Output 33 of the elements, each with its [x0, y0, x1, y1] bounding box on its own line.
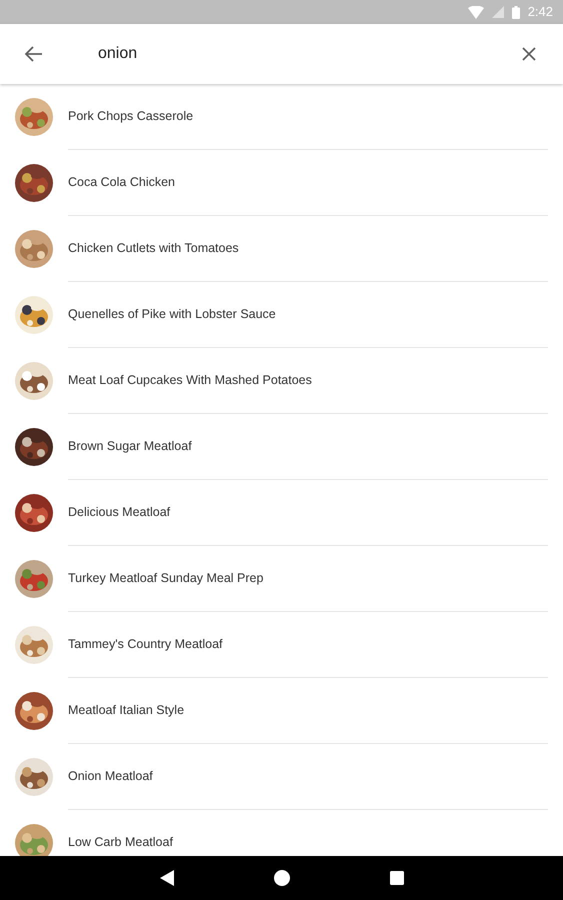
back-nav-icon[interactable]: [160, 870, 174, 886]
recipe-title: Brown Sugar Meatloaf: [68, 438, 192, 456]
recipe-title: Low Carb Meatloaf: [68, 834, 173, 852]
home-nav-icon[interactable]: [274, 870, 290, 886]
recipe-item[interactable]: Chicken Cutlets with Tomatoes: [0, 216, 563, 282]
status-time: 2:42: [528, 3, 553, 22]
recipe-title: Meatloaf Italian Style: [68, 702, 184, 720]
recipe-item[interactable]: Quenelles of Pike with Lobster Sauce: [0, 282, 563, 348]
recipe-title: Coca Cola Chicken: [68, 174, 175, 192]
recipe-title: Turkey Meatloaf Sunday Meal Prep: [68, 570, 264, 588]
recipe-item[interactable]: Tammey's Country Meatloaf: [0, 612, 563, 678]
recipe-item[interactable]: Onion Meatloaf: [0, 744, 563, 810]
close-icon: [522, 47, 536, 61]
recipe-item[interactable]: Coca Cola Chicken: [0, 150, 563, 216]
recents-nav-icon[interactable]: [390, 871, 404, 885]
recipe-title: Quenelles of Pike with Lobster Sauce: [68, 306, 276, 324]
signal-icon: [492, 6, 504, 18]
recipe-item[interactable]: Brown Sugar Meatloaf: [0, 414, 563, 480]
recipe-title: Meat Loaf Cupcakes With Mashed Potatoes: [68, 372, 312, 390]
recipe-item[interactable]: Delicious Meatloaf: [0, 480, 563, 546]
recipe-item[interactable]: Meat Loaf Cupcakes With Mashed Potatoes: [0, 348, 563, 414]
recipe-title: Onion Meatloaf: [68, 768, 153, 786]
battery-icon: [512, 6, 520, 18]
recipe-title: Pork Chops Casserole: [68, 108, 194, 126]
recipe-title: Tammey's Country Meatloaf: [68, 636, 223, 654]
back-arrow-icon: [25, 46, 43, 62]
recipe-title: Chicken Cutlets with Tomatoes: [68, 240, 239, 258]
recipe-item[interactable]: Turkey Meatloaf Sunday Meal Prep: [0, 546, 563, 612]
search-field[interactable]: onion: [68, 34, 495, 74]
recipe-title: Delicious Meatloaf: [68, 504, 170, 522]
recipe-item[interactable]: Meatloaf Italian Style: [0, 678, 563, 744]
recipe-item[interactable]: Pork Chops Casserole: [0, 84, 563, 150]
wifi-icon: [468, 6, 484, 18]
